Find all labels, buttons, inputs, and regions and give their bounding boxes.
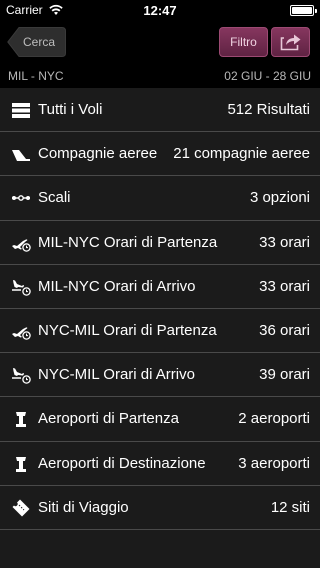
list-item-label: MIL-NYC Orari di Arrivo bbox=[38, 277, 196, 295]
list-item-nyc-mil-departure-times[interactable]: NYC-MIL Orari di Partenza 36 orari bbox=[0, 308, 320, 354]
filter-category-list: Tutti i Voli 512 Risultati Compagnie aer… bbox=[0, 88, 320, 530]
back-button[interactable]: Cerca bbox=[7, 27, 66, 57]
list-item-airlines[interactable]: Compagnie aeree 21 compagnie aeree bbox=[0, 132, 320, 177]
list-icon bbox=[12, 103, 30, 118]
list-item-label: Tutti i Voli bbox=[38, 101, 103, 118]
list-item-label: MIL-NYC Orari di Partenza bbox=[38, 233, 218, 251]
list-item-label: Aeroporti di Partenza bbox=[38, 410, 179, 428]
route-label: MIL - NYC bbox=[8, 69, 64, 83]
list-item-nyc-mil-arrival-times[interactable]: NYC-MIL Orari di Arrivo 39 orari bbox=[0, 353, 320, 398]
airport-tower-icon bbox=[16, 456, 26, 472]
list-item-mil-nyc-departure-times[interactable]: MIL-NYC Orari di Partenza 33 orari bbox=[0, 220, 320, 265]
share-icon bbox=[280, 34, 301, 51]
departure-clock-icon bbox=[12, 238, 31, 252]
list-item-label: Aeroporti di Destinazione bbox=[38, 454, 206, 472]
list-item-all-flights[interactable]: Tutti i Voli 512 Risultati bbox=[0, 88, 320, 133]
list-item-value: 3 aeroporti bbox=[238, 454, 310, 472]
airport-tower-icon bbox=[16, 412, 26, 428]
list-item-departure-airports[interactable]: Aeroporti di Partenza 2 aeroporti bbox=[0, 397, 320, 442]
list-item-travel-sites[interactable]: Siti di Viaggio 12 siti bbox=[0, 485, 320, 530]
airline-tail-icon bbox=[12, 150, 30, 162]
list-item-value: 36 orari bbox=[259, 321, 310, 339]
filter-button[interactable]: Filtro bbox=[219, 27, 268, 57]
stops-icon bbox=[12, 195, 30, 202]
list-item-label: NYC-MIL Orari di Partenza bbox=[38, 321, 217, 339]
list-item-value: 33 orari bbox=[259, 233, 310, 251]
list-item-label: Siti di Viaggio bbox=[38, 498, 129, 516]
list-item-destination-airports[interactable]: Aeroporti di Destinazione 3 aeroporti bbox=[0, 441, 320, 486]
arrival-clock-icon bbox=[12, 279, 31, 296]
route-summary-bar: MIL - NYC 02 GIU - 28 GIU bbox=[0, 64, 320, 88]
status-bar: Carrier 12:47 bbox=[0, 0, 320, 20]
list-item-value: 2 aeroporti bbox=[238, 410, 310, 428]
list-item-value: 33 orari bbox=[259, 277, 310, 295]
list-item-value: 21 compagnie aeree bbox=[173, 145, 310, 163]
list-item-label: Scali bbox=[38, 189, 71, 207]
navigation-bar: Cerca Filtro bbox=[0, 20, 320, 64]
list-item-value: 39 orari bbox=[259, 366, 310, 384]
list-item-stops[interactable]: Scali 3 opzioni bbox=[0, 176, 320, 221]
list-item-value: 512 Risultati bbox=[227, 101, 310, 118]
list-item-value: 12 siti bbox=[270, 498, 310, 516]
back-button-label: Cerca bbox=[23, 35, 56, 49]
arrival-clock-icon bbox=[12, 368, 31, 384]
ticket-icon bbox=[12, 499, 30, 517]
departure-clock-icon bbox=[12, 327, 31, 340]
list-item-value: 3 opzioni bbox=[249, 189, 310, 207]
list-item-mil-nyc-arrival-times[interactable]: MIL-NYC Orari di Arrivo 33 orari bbox=[0, 264, 320, 309]
clock-label: 12:47 bbox=[143, 3, 177, 18]
battery-icon bbox=[290, 5, 317, 16]
date-range-label: 02 GIU - 28 GIU bbox=[224, 69, 311, 83]
share-button[interactable] bbox=[271, 27, 310, 57]
list-item-label: NYC-MIL Orari di Arrivo bbox=[38, 366, 195, 384]
list-item-label: Compagnie aeree bbox=[38, 145, 158, 163]
